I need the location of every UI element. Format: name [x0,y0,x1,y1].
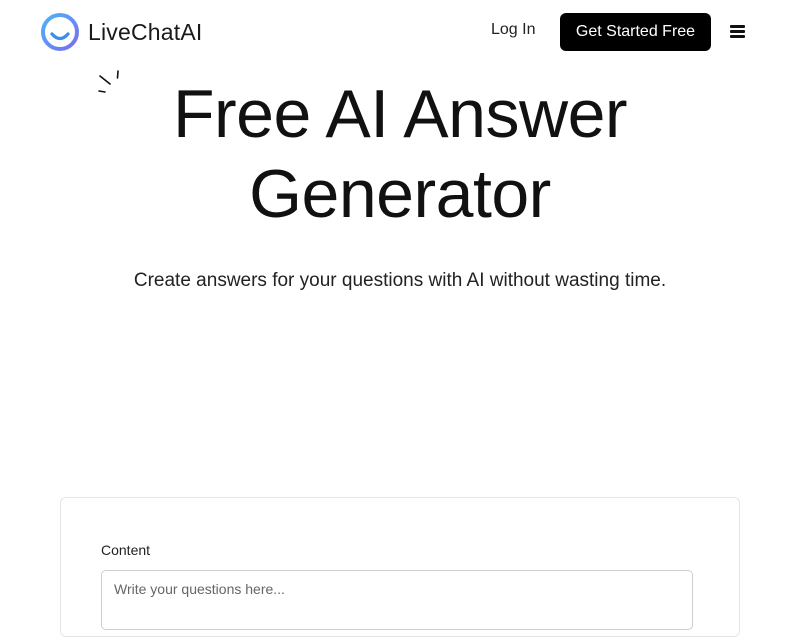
hamburger-menu-icon[interactable] [730,25,746,39]
answer-generator-card: Content [60,497,740,637]
site-header: LiveChatAI Log In Get Started Free [0,0,800,64]
page-subtitle: Create answers for your questions with A… [133,270,667,291]
logo[interactable]: LiveChatAI [40,12,203,52]
page-title-line1: Free AI Answer [172,76,628,152]
login-link[interactable]: Log In [491,21,535,39]
content-label: Content [101,542,151,558]
content-input[interactable] [101,570,693,630]
livechatai-logo-icon [41,13,79,51]
page-title: Free AI Answer Generator [100,74,700,234]
logo-text: LiveChatAI [88,18,203,45]
page-title-line2: Generator [249,156,551,232]
get-started-button[interactable]: Get Started Free [560,13,711,51]
